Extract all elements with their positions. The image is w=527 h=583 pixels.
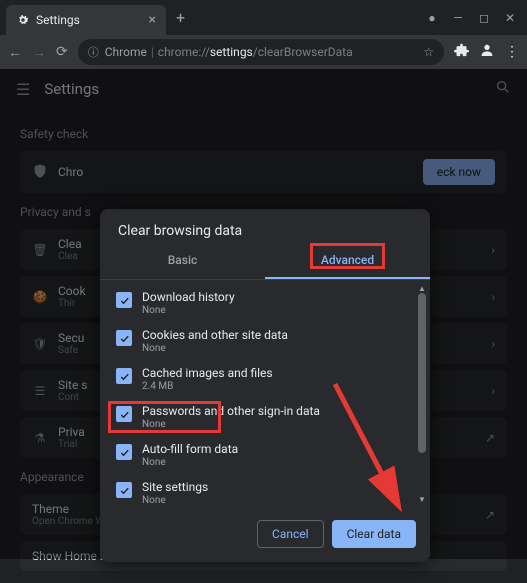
- dialog-tabs: Basic Advanced: [100, 243, 430, 280]
- settings-page: ☰ Settings Safety check Chro eck now Pri…: [0, 69, 527, 559]
- checkbox-row-cached[interactable]: Cached images and files2.4 MB: [110, 360, 430, 398]
- checkbox[interactable]: [116, 406, 132, 422]
- checkbox-row-site-settings[interactable]: Site settingsNone: [110, 474, 430, 510]
- scrollbar[interactable]: ▲ ▼: [418, 284, 426, 504]
- forward-icon: →: [32, 44, 46, 61]
- address-bar[interactable]: ⓘ Chrome|chrome://settings/clearBrowserD…: [78, 39, 444, 65]
- checkbox-row-cookies[interactable]: Cookies and other site dataNone: [110, 322, 430, 360]
- browser-toolbar: ← → ⟳ ⓘ Chrome|chrome://settings/clearBr…: [0, 35, 527, 69]
- close-icon[interactable]: ×: [149, 12, 156, 28]
- scroll-thumb[interactable]: [418, 293, 426, 453]
- minimize-icon[interactable]: —: [453, 11, 463, 25]
- checkbox-row-download-history[interactable]: Download historyNone: [110, 284, 430, 322]
- url-text: Chrome|chrome://settings/clearBrowserDat…: [105, 45, 353, 59]
- dialog-actions: Cancel Clear data: [100, 510, 430, 562]
- checkbox[interactable]: [116, 330, 132, 346]
- scroll-down-icon[interactable]: ▼: [418, 495, 426, 504]
- maximize-icon[interactable]: ◻: [479, 11, 489, 25]
- checkbox[interactable]: [116, 292, 132, 308]
- browser-titlebar: Settings × + ● — ◻ ✕: [0, 0, 527, 35]
- checkbox[interactable]: [116, 444, 132, 460]
- profile-icon[interactable]: [479, 42, 495, 62]
- browser-tab[interactable]: Settings ×: [6, 5, 166, 35]
- gear-icon: [16, 13, 30, 27]
- account-indicator-icon[interactable]: ●: [427, 11, 437, 25]
- tab-advanced[interactable]: Advanced: [265, 243, 430, 279]
- checkbox-row-autofill[interactable]: Auto-fill form dataNone: [110, 436, 430, 474]
- window-close-icon[interactable]: ✕: [505, 11, 515, 25]
- clear-browsing-data-dialog: Clear browsing data Basic Advanced Downl…: [100, 209, 430, 562]
- dialog-title: Clear browsing data: [100, 209, 430, 243]
- menu-icon[interactable]: ⋮: [505, 44, 519, 60]
- back-icon[interactable]: ←: [8, 44, 22, 61]
- window-controls: ● — ◻ ✕: [427, 11, 527, 25]
- checkbox[interactable]: [116, 482, 132, 498]
- clear-data-button[interactable]: Clear data: [332, 520, 416, 548]
- cancel-button[interactable]: Cancel: [257, 520, 324, 548]
- reload-icon[interactable]: ⟳: [56, 44, 68, 60]
- new-tab-button[interactable]: +: [176, 8, 185, 27]
- checkbox-row-passwords[interactable]: Passwords and other sign-in dataNone: [110, 398, 430, 436]
- dialog-checkbox-list: Download historyNone Cookies and other s…: [100, 280, 430, 510]
- extensions-icon[interactable]: [454, 43, 469, 62]
- site-info-icon[interactable]: ⓘ: [88, 44, 99, 60]
- checkbox[interactable]: [116, 368, 132, 384]
- tab-basic[interactable]: Basic: [100, 243, 265, 279]
- tab-title: Settings: [36, 13, 143, 27]
- scroll-up-icon[interactable]: ▲: [418, 284, 426, 293]
- bookmark-icon[interactable]: ☆: [423, 45, 434, 59]
